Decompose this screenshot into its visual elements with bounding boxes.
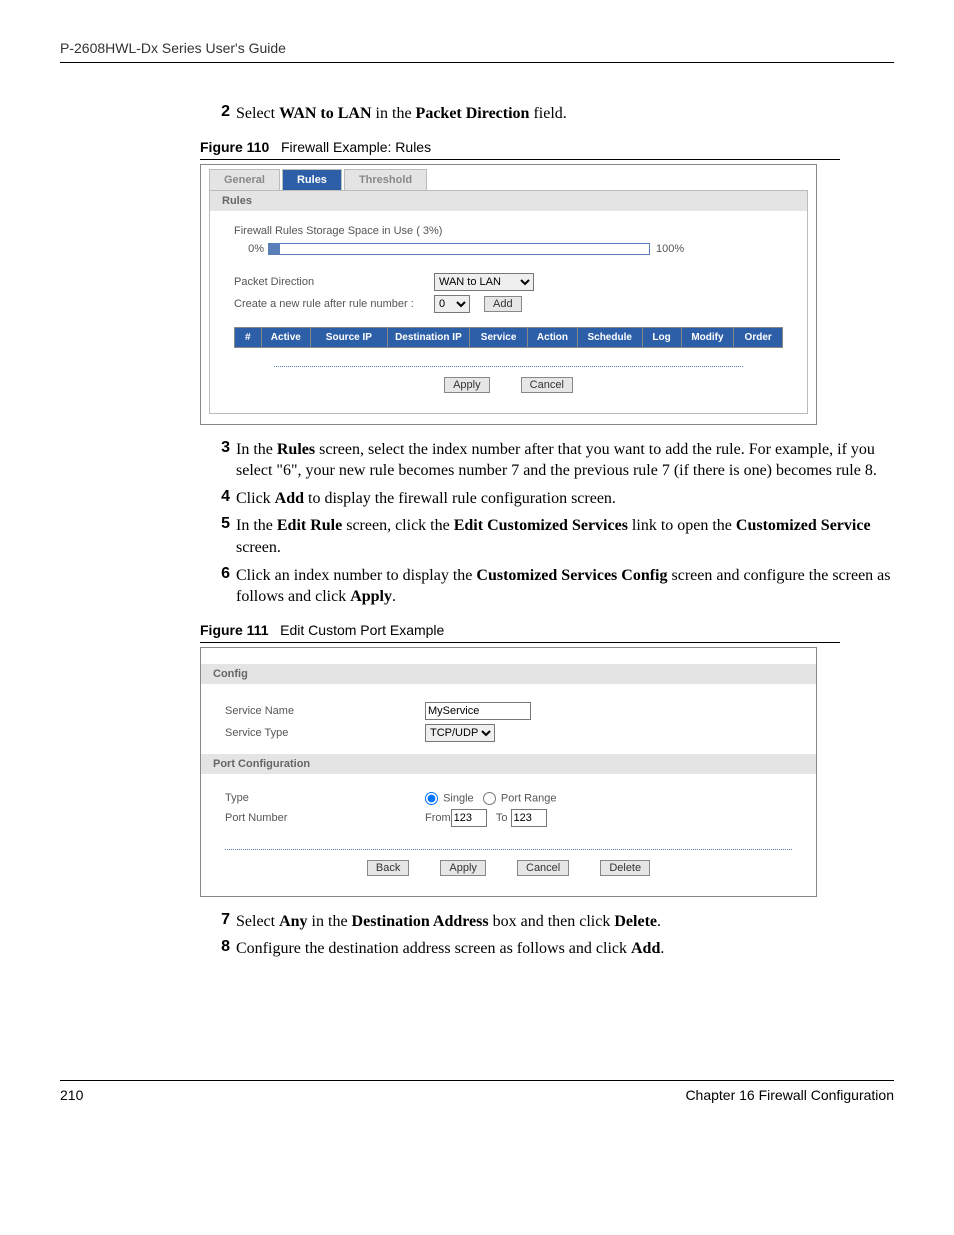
step-number: 5 bbox=[210, 515, 230, 558]
step-7: 7 Select Any in the Destination Address … bbox=[210, 911, 894, 933]
back-button[interactable]: Back bbox=[367, 860, 409, 876]
tab-threshold[interactable]: Threshold bbox=[344, 169, 427, 190]
port-config-section-header: Port Configuration bbox=[201, 754, 816, 774]
edit-port-panel: Config Service Name Service Type TCP/UDP… bbox=[200, 647, 817, 897]
from-label: From bbox=[425, 812, 451, 824]
port-number-label: Port Number bbox=[225, 812, 425, 824]
col-sch: Schedule bbox=[577, 327, 642, 347]
step-number: 3 bbox=[210, 439, 230, 482]
storage-meter: 0% 100% bbox=[234, 243, 783, 255]
service-name-label: Service Name bbox=[225, 705, 425, 717]
cancel-button[interactable]: Cancel bbox=[517, 860, 569, 876]
divider bbox=[225, 849, 792, 850]
config-section-header: Config bbox=[201, 664, 816, 684]
tab-rules[interactable]: Rules bbox=[282, 169, 342, 190]
rules-table: # Active Source IP Destination IP Servic… bbox=[234, 327, 783, 348]
divider bbox=[274, 366, 743, 367]
create-rule-label: Create a new rule after rule number : bbox=[234, 298, 434, 310]
step-text: Configure the destination address screen… bbox=[236, 938, 894, 960]
service-name-input[interactable] bbox=[425, 702, 531, 720]
packet-direction-select[interactable]: WAN to LAN bbox=[434, 273, 534, 291]
step-text: Select Any in the Destination Address bo… bbox=[236, 911, 894, 933]
step-3: 3 In the Rules screen, select the index … bbox=[210, 439, 894, 482]
delete-button[interactable]: Delete bbox=[600, 860, 650, 876]
port-to-input[interactable] bbox=[511, 809, 547, 827]
step-text: In the Edit Rule screen, click the Edit … bbox=[236, 515, 894, 558]
cancel-button[interactable]: Cancel bbox=[521, 377, 573, 393]
storage-label: Firewall Rules Storage Space in Use ( 3%… bbox=[234, 225, 783, 237]
chapter-label: Chapter 16 Firewall Configuration bbox=[685, 1087, 894, 1103]
packet-direction-label: Packet Direction bbox=[234, 276, 434, 288]
col-ord: Order bbox=[734, 327, 783, 347]
step-text: In the Rules screen, select the index nu… bbox=[236, 439, 894, 482]
step-2: 2 Select WAN to LAN in the Packet Direct… bbox=[210, 103, 894, 125]
add-button[interactable]: Add bbox=[484, 296, 522, 312]
radio-single[interactable]: Single bbox=[425, 792, 474, 805]
figure-111-caption: Figure 111 Edit Custom Port Example bbox=[200, 622, 840, 643]
meter-100: 100% bbox=[656, 243, 684, 255]
tab-general[interactable]: General bbox=[209, 169, 280, 190]
col-mod: Modify bbox=[681, 327, 734, 347]
step-number: 4 bbox=[210, 488, 230, 510]
step-number: 6 bbox=[210, 565, 230, 608]
col-dst: Destination IP bbox=[387, 327, 469, 347]
step-number: 7 bbox=[210, 911, 230, 933]
step-text: Select WAN to LAN in the Packet Directio… bbox=[236, 103, 894, 125]
page-number: 210 bbox=[60, 1087, 83, 1103]
meter-0: 0% bbox=[234, 243, 264, 255]
col-act: Action bbox=[528, 327, 578, 347]
rules-inner: Rules Firewall Rules Storage Space in Us… bbox=[209, 190, 808, 414]
radio-port-range[interactable]: Port Range bbox=[483, 792, 557, 805]
col-active: Active bbox=[261, 327, 310, 347]
step-number: 8 bbox=[210, 938, 230, 960]
page-header: P-2608HWL-Dx Series User's Guide bbox=[60, 40, 894, 63]
port-from-input[interactable] bbox=[451, 809, 487, 827]
apply-button[interactable]: Apply bbox=[440, 860, 486, 876]
service-type-label: Service Type bbox=[225, 727, 425, 739]
step-text: Click an index number to display the Cus… bbox=[236, 565, 894, 608]
col-log: Log bbox=[642, 327, 681, 347]
apply-button[interactable]: Apply bbox=[444, 377, 490, 393]
rules-section-header: Rules bbox=[210, 191, 807, 211]
step-text: Click Add to display the firewall rule c… bbox=[236, 488, 894, 510]
tab-bar: General Rules Threshold bbox=[201, 165, 816, 190]
step-5: 5 In the Edit Rule screen, click the Edi… bbox=[210, 515, 894, 558]
step-8: 8 Configure the destination address scre… bbox=[210, 938, 894, 960]
service-type-select[interactable]: TCP/UDP bbox=[425, 724, 495, 742]
to-label: To bbox=[496, 812, 508, 824]
rule-number-select[interactable]: 0 bbox=[434, 295, 470, 313]
step-number: 2 bbox=[210, 103, 230, 125]
figure-110-caption: Figure 110 Firewall Example: Rules bbox=[200, 139, 840, 160]
port-type-label: Type bbox=[225, 792, 425, 804]
step-6: 6 Click an index number to display the C… bbox=[210, 565, 894, 608]
col-svc: Service bbox=[470, 327, 528, 347]
col-src: Source IP bbox=[310, 327, 387, 347]
firewall-rules-panel: General Rules Threshold Rules Firewall R… bbox=[200, 164, 817, 425]
meter-bar bbox=[268, 243, 650, 255]
col-num: # bbox=[235, 327, 262, 347]
step-4: 4 Click Add to display the firewall rule… bbox=[210, 488, 894, 510]
page-footer: 210 Chapter 16 Firewall Configuration bbox=[60, 1080, 894, 1103]
